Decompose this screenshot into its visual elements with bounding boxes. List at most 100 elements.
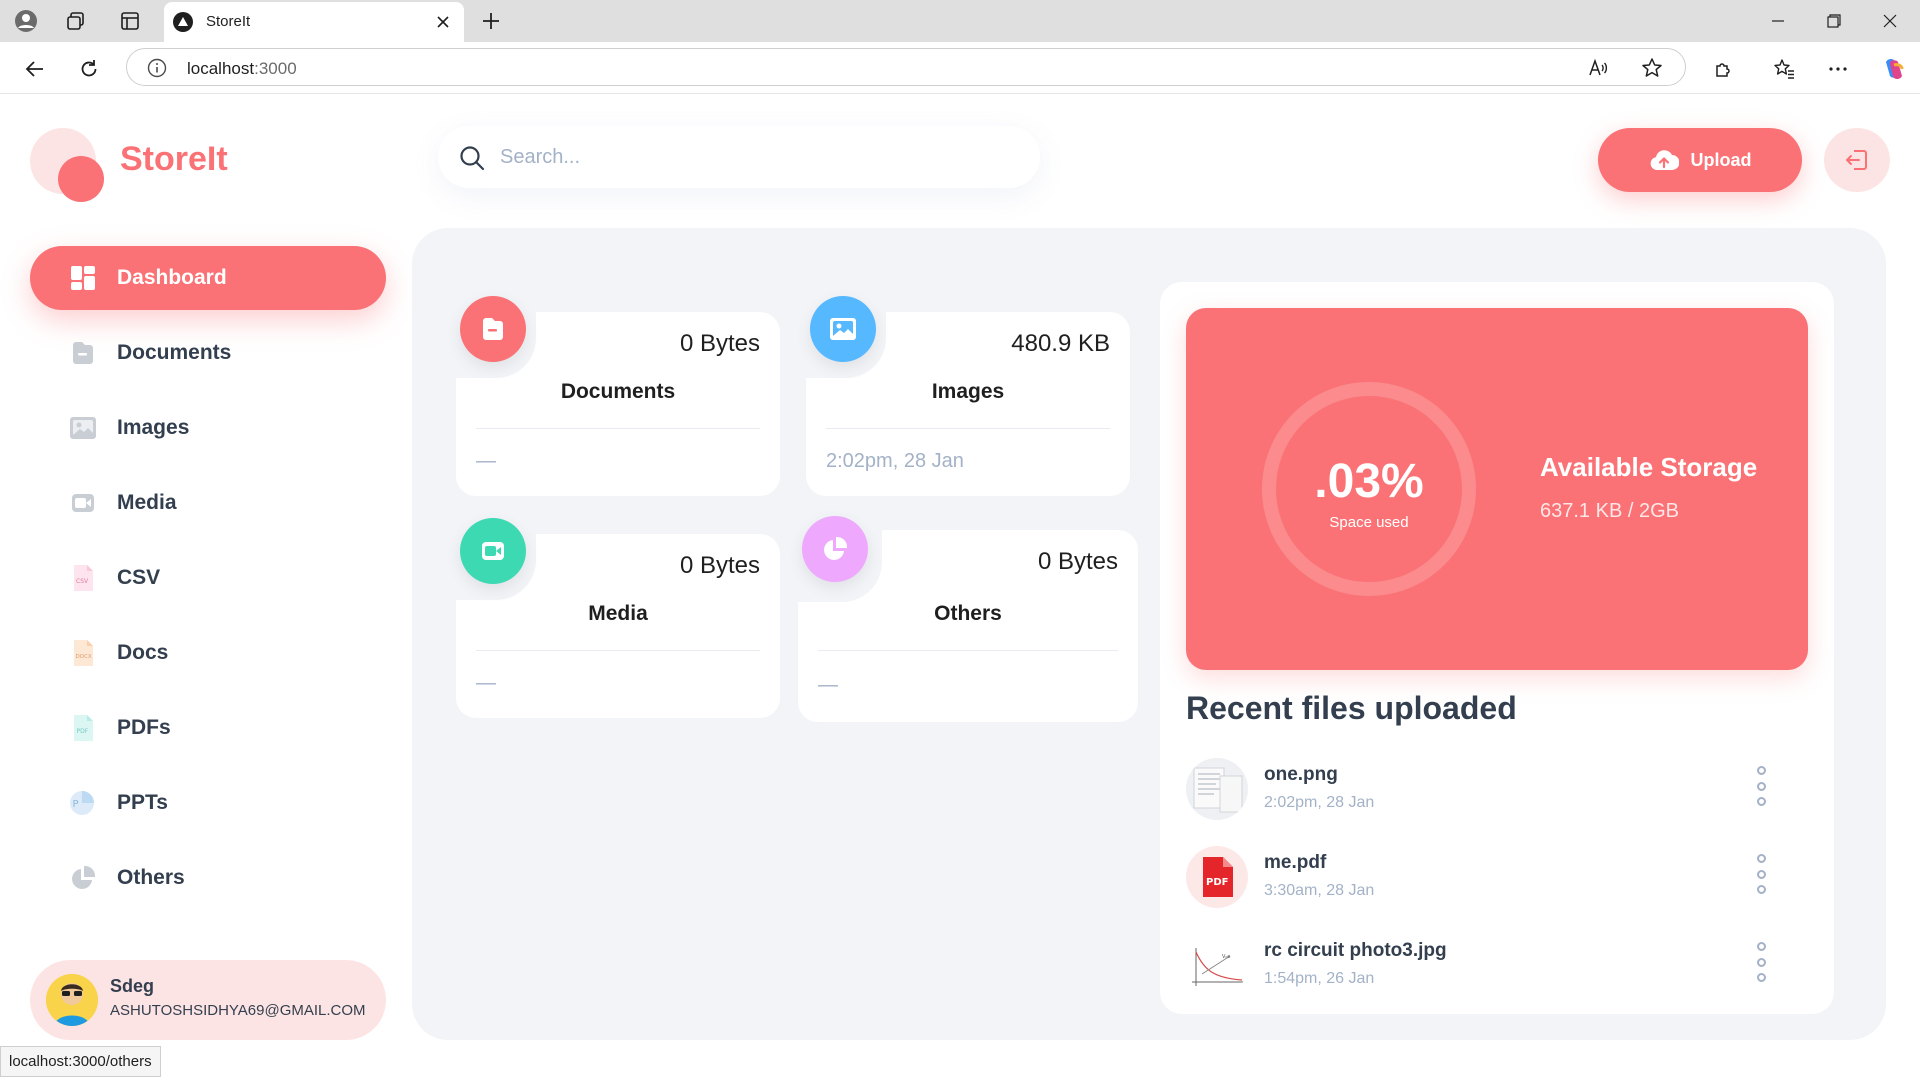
- storage-title: Available Storage: [1540, 452, 1758, 482]
- file-date: 3:30am, 28 Jan: [1264, 882, 1375, 899]
- summary-card-images[interactable]: 480.9 KB Images 2:02pm, 28 Jan: [806, 296, 1130, 496]
- file-name: me.pdf: [1264, 852, 1327, 873]
- favicon-icon: [173, 12, 193, 32]
- docx-icon: DOCX: [68, 638, 98, 668]
- svg-text:DOCX: DOCX: [76, 654, 92, 660]
- card-size: 0 Bytes: [679, 552, 760, 579]
- dashboard-icon: [68, 263, 98, 293]
- favorite-star-icon[interactable]: [1641, 57, 1663, 79]
- back-icon[interactable]: [20, 54, 50, 84]
- storage-percent-label: Space used: [1329, 514, 1409, 531]
- pie-chart-icon: [802, 516, 868, 582]
- file-actions-menu-icon[interactable]: [1754, 854, 1768, 894]
- pdf-icon: PDF: [68, 713, 98, 743]
- pie-chart-icon: [68, 863, 98, 893]
- file-actions-menu-icon[interactable]: [1754, 766, 1768, 806]
- storage-panel: .03% Space used Available Storage 637.1 …: [1160, 282, 1834, 1014]
- documents-icon: [68, 338, 98, 368]
- card-size: 0 Bytes: [679, 330, 760, 357]
- upload-label: Upload: [1690, 149, 1752, 170]
- restore-icon[interactable]: [1814, 8, 1854, 34]
- card-title: Media: [588, 602, 648, 625]
- card-divider: [476, 650, 760, 651]
- sidebar-item-label: CSV: [117, 566, 161, 589]
- sidebar-item-dashboard[interactable]: Dashboard: [30, 246, 386, 310]
- csv-icon: CSV: [68, 563, 98, 593]
- favorites-icon[interactable]: [1770, 55, 1798, 83]
- search-input[interactable]: [500, 140, 1000, 174]
- site-info-icon[interactable]: [147, 58, 167, 78]
- svg-text:CSV: CSV: [76, 578, 89, 585]
- sidebar-item-ppts[interactable]: P PPTs: [30, 771, 386, 835]
- close-window-icon[interactable]: [1870, 8, 1910, 34]
- card-title: Images: [931, 380, 1005, 403]
- sidebar-item-pdfs[interactable]: PDF PDFs: [30, 696, 386, 760]
- sidebar-nav: Dashboard Documents Images Media CSV CSV: [30, 246, 386, 921]
- summary-card-documents[interactable]: 0 Bytes Documents —: [456, 296, 780, 496]
- search-icon: [460, 146, 485, 171]
- avatar: [46, 974, 98, 1026]
- browser-tab[interactable]: StoreIt: [164, 2, 464, 42]
- status-bar-url: localhost:3000/others: [0, 1046, 161, 1077]
- recent-file-row[interactable]: one.png 2:02pm, 28 Jan: [1186, 758, 1806, 824]
- sidebar-item-label: Docs: [117, 641, 169, 664]
- sidebar-item-docs[interactable]: DOCX Docs: [30, 621, 386, 685]
- images-icon: [68, 413, 98, 443]
- storage-summary-card: .03% Space used Available Storage 637.1 …: [1186, 308, 1808, 670]
- refresh-icon[interactable]: [74, 54, 104, 84]
- sidebar-item-csv[interactable]: CSV CSV: [30, 546, 386, 610]
- svg-text:PDF: PDF: [77, 728, 89, 735]
- sidebar-item-images[interactable]: Images: [30, 396, 386, 460]
- card-date: 2:02pm, 28 Jan: [826, 450, 964, 472]
- sidebar-item-media[interactable]: Media: [30, 471, 386, 535]
- logo-text: StoreIt: [120, 140, 228, 178]
- url-field[interactable]: localhost:3000: [126, 48, 1686, 86]
- summary-card-others[interactable]: 0 Bytes Others —: [798, 516, 1138, 722]
- vertical-tabs-icon[interactable]: [118, 9, 142, 33]
- sidebar-item-label: Others: [117, 866, 185, 889]
- card-date: —: [476, 450, 496, 472]
- profile-icon[interactable]: [14, 9, 38, 33]
- storage-percent: .03%: [1314, 455, 1424, 508]
- images-icon: [810, 296, 876, 362]
- sidebar-item-label: Documents: [117, 341, 232, 364]
- new-tab-icon[interactable]: [478, 8, 504, 34]
- minimize-icon[interactable]: [1758, 8, 1798, 34]
- sidebar-item-label: Images: [117, 416, 190, 439]
- svg-text:PDF: PDF: [1206, 877, 1228, 888]
- image-thumbnail: [1186, 758, 1248, 820]
- pdf-icon: PDF: [1186, 846, 1248, 908]
- url-text: localhost:3000: [187, 59, 297, 78]
- more-options-icon[interactable]: [1824, 55, 1852, 83]
- svg-text:V₀e: V₀e: [1222, 954, 1231, 960]
- user-name: Sdeg: [110, 976, 155, 996]
- file-actions-menu-icon[interactable]: [1754, 942, 1768, 982]
- app-root: StoreIt Upload Dashboard Documents: [4, 94, 1916, 1076]
- extensions-icon[interactable]: [1710, 55, 1738, 83]
- image-thumbnail: V₀e: [1186, 934, 1248, 996]
- media-icon: [68, 488, 98, 518]
- storage-used: 637.1 KB / 2GB: [1540, 500, 1679, 522]
- search-bar[interactable]: [438, 126, 1040, 188]
- logout-button[interactable]: [1824, 128, 1890, 192]
- summary-card-media[interactable]: 0 Bytes Media —: [456, 518, 780, 718]
- ppt-icon: P: [68, 788, 98, 818]
- close-tab-icon[interactable]: [432, 11, 454, 33]
- read-aloud-icon[interactable]: [1587, 57, 1609, 79]
- sidebar-item-documents[interactable]: Documents: [30, 321, 386, 385]
- sidebar-item-label: Media: [117, 491, 177, 514]
- copilot-icon[interactable]: [1880, 55, 1908, 83]
- user-profile-card[interactable]: Sdeg ASHUTOSHSIDHYA69@GMAIL.COM: [30, 960, 386, 1040]
- sidebar-item-label: PPTs: [117, 791, 168, 814]
- logo-dot-icon: [58, 156, 104, 202]
- sidebar-item-others[interactable]: Others: [30, 846, 386, 910]
- workspaces-icon[interactable]: [64, 9, 88, 33]
- upload-button[interactable]: Upload: [1598, 128, 1802, 192]
- recent-file-row[interactable]: V₀e rc circuit photo3.jpg 1:54pm, 26 Jan: [1186, 934, 1806, 1000]
- card-date: —: [818, 674, 838, 696]
- svg-text:P: P: [73, 799, 79, 810]
- card-divider: [826, 428, 1110, 429]
- card-title: Others: [934, 602, 1002, 625]
- documents-icon: [460, 296, 526, 362]
- recent-file-row[interactable]: PDF me.pdf 3:30am, 28 Jan: [1186, 846, 1806, 912]
